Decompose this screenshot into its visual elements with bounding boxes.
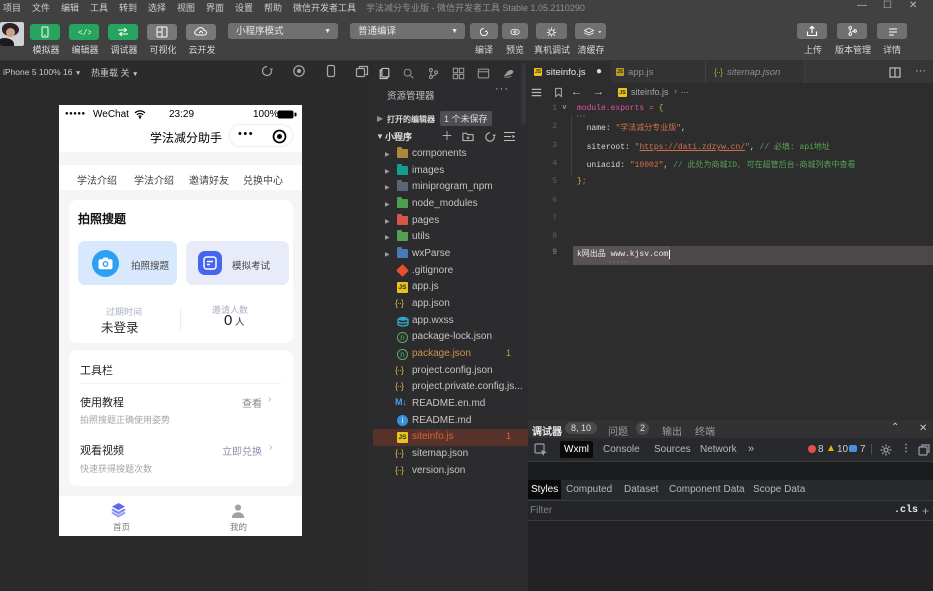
svg-text:</>: </>: [78, 29, 91, 37]
